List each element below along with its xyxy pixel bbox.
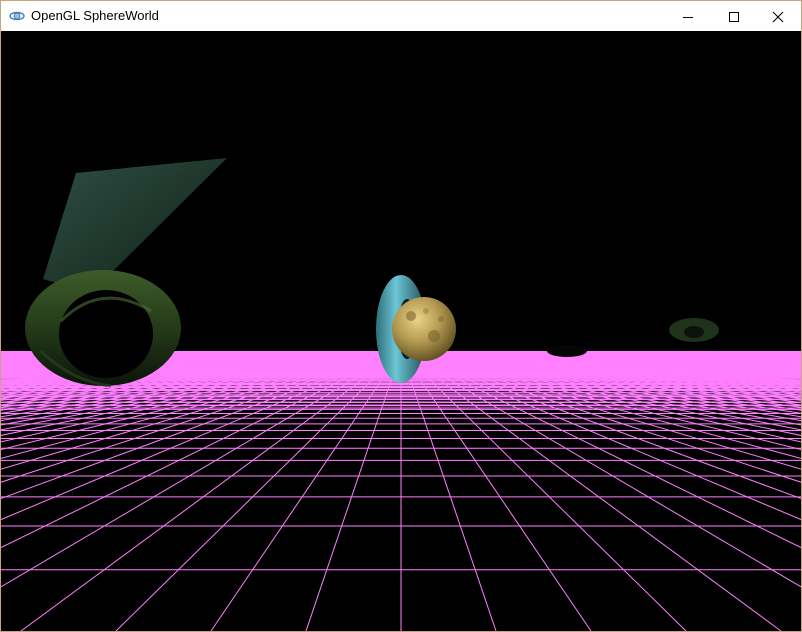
close-button[interactable] [755,1,801,31]
green-torus [25,270,181,388]
window-title: OpenGL SphereWorld [31,8,159,23]
scene-canvas [1,158,801,631]
maximize-icon [729,12,739,22]
opengl-viewport[interactable] [1,31,801,631]
app-window: OpenGL SphereWorld [0,0,802,632]
moon-sphere [392,297,456,361]
floor-grid [1,368,801,631]
far-torus [669,318,719,342]
opengl-app-icon [9,9,25,23]
maximize-button[interactable] [711,1,757,31]
minimize-icon [683,17,693,18]
close-icon [772,11,784,23]
title-bar[interactable]: OpenGL SphereWorld [1,1,801,31]
minimize-button[interactable] [665,1,711,31]
distant-sphere [547,345,587,357]
translucent-panel [43,158,227,293]
